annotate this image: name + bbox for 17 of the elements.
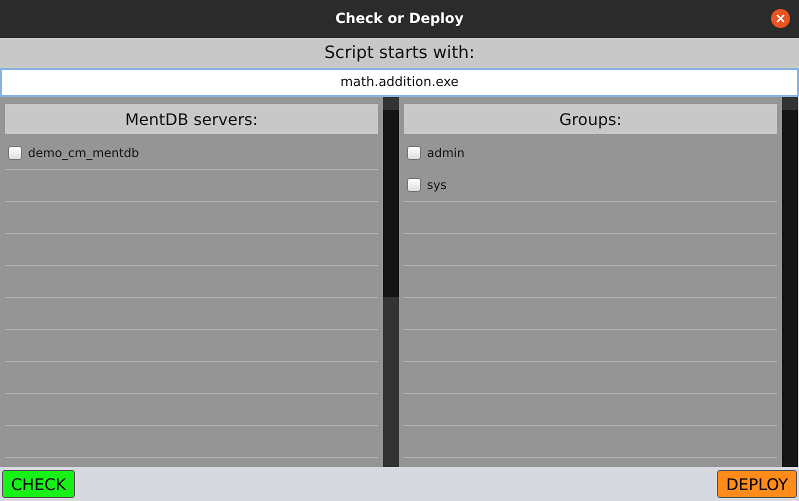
checkbox[interactable]	[8, 146, 22, 160]
deploy-button[interactable]: DEPLOY	[717, 470, 797, 498]
scrollbar[interactable]	[782, 97, 798, 467]
window-title: Check or Deploy	[335, 11, 464, 27]
close-icon	[776, 14, 785, 23]
close-button[interactable]	[771, 9, 790, 28]
check-button[interactable]: CHECK	[2, 470, 75, 498]
panel-heading: MentDB servers:	[5, 104, 378, 134]
item-label: sys	[427, 178, 447, 192]
item-label: admin	[427, 146, 465, 160]
field-label: Script starts with:	[324, 43, 475, 63]
item-label: demo_cm_mentdb	[28, 146, 139, 160]
input-field[interactable]: math.addition.exe	[0, 68, 799, 97]
checkbox[interactable]	[407, 146, 421, 160]
panel-heading: Groups:	[404, 104, 777, 134]
scrollbar[interactable]	[383, 97, 399, 467]
checkbox[interactable]	[407, 178, 421, 192]
